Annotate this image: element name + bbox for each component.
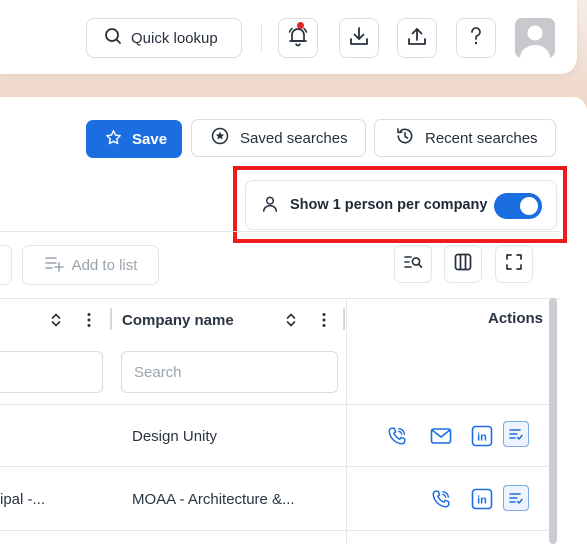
download-button[interactable] [339,18,379,58]
company-search-placeholder: Search [134,363,182,381]
column-resize-handle[interactable] [343,308,345,330]
header-divider [261,24,262,52]
sort-icon[interactable] [50,312,62,333]
row-divider [0,530,552,531]
fullscreen-button[interactable] [495,245,533,283]
top-header: Quick lookup [0,0,577,74]
search-icon [104,27,122,49]
email-icon[interactable] [428,423,454,449]
linkedin-icon[interactable]: in [469,423,495,449]
notification-dot [297,22,304,29]
history-icon [395,126,415,150]
upload-icon [406,25,428,52]
save-label: Save [132,130,168,148]
column-resize-handle[interactable] [110,308,112,330]
table-scrollbar[interactable] [549,298,557,544]
column-menu-icon[interactable] [321,312,327,333]
title-cell: ipal -... [0,491,46,508]
toolbar-divider [0,231,560,232]
add-list-icon [44,254,64,276]
table-top-border [0,298,560,299]
upload-button[interactable] [397,18,437,58]
column-menu-icon[interactable] [86,312,92,333]
avatar[interactable] [515,18,555,58]
recent-searches-label: Recent searches [425,129,538,147]
column-header-company-name[interactable]: Company name [122,312,234,329]
recent-searches-button[interactable]: Recent searches [374,119,556,157]
row-divider [0,466,552,467]
columns-button[interactable] [444,245,482,283]
linkedin-icon[interactable]: in [469,486,495,512]
expand-icon [505,253,523,276]
notifications-button[interactable] [278,18,318,58]
add-to-sequence-icon[interactable] [503,421,529,447]
add-to-sequence-icon[interactable] [503,485,529,511]
actions-column-divider [346,298,347,544]
phone-icon[interactable] [428,486,454,512]
add-to-list-label: Add to list [71,256,138,274]
star-icon [105,129,122,150]
svg-text:in: in [477,495,487,507]
results-table: Company name Actions Search Design Unity… [0,298,560,544]
search-list-button[interactable] [394,245,432,283]
quick-lookup-label: Quick lookup [131,29,218,47]
add-to-list-button[interactable]: Add to list [22,245,159,285]
sort-icon[interactable] [285,312,297,333]
company-search-input[interactable]: Search [121,351,338,393]
title-search-input[interactable] [0,351,103,393]
phone-icon[interactable] [384,423,410,449]
quick-lookup-button[interactable]: Quick lookup [86,18,242,58]
row-divider [0,404,552,405]
company-cell: Design Unity [132,428,218,445]
saved-searches-button[interactable]: Saved searches [191,119,366,157]
help-button[interactable] [456,18,496,58]
partial-button[interactable] [0,245,12,285]
starred-search-icon [210,126,230,150]
column-header-actions: Actions [488,310,544,327]
help-icon [466,25,486,52]
download-icon [348,25,370,52]
saved-searches-label: Saved searches [240,129,348,147]
columns-icon [453,252,473,277]
svg-text:in: in [477,432,487,444]
save-button[interactable]: Save [86,120,182,158]
list-search-icon [403,253,423,276]
company-cell: MOAA - Architecture &... [132,491,295,508]
